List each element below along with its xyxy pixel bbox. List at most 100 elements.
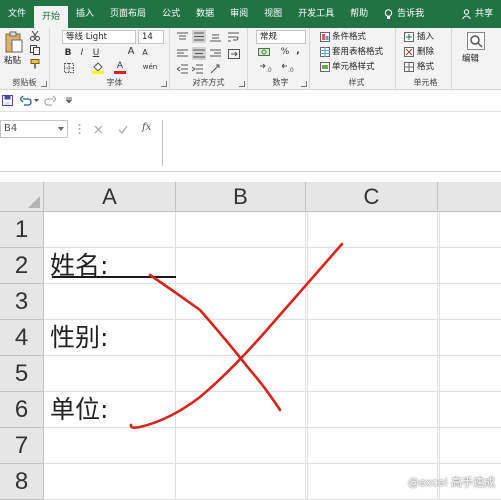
font-group: 等线 Light 14 B I U A A A wén 字体 [60,28,170,90]
alignment-launcher-icon[interactable] [239,81,245,87]
styles-label: 样式 [348,78,365,87]
orientation-icon[interactable] [210,64,221,74]
name-box-dropdown-icon[interactable] [58,127,64,131]
align-bottom-icon[interactable] [210,32,221,42]
increase-font-icon[interactable]: A [126,46,136,58]
align-center-icon[interactable] [192,47,206,60]
bold-button[interactable]: B [63,47,73,59]
quick-access-toolbar [0,90,501,112]
conditional-format-icon [320,32,330,42]
cancel-icon[interactable] [94,125,103,134]
lightbulb-icon [384,8,393,19]
styles-group: 条件格式 套用表格格式 单元格样式 样式 [318,28,396,90]
align-right-icon[interactable] [210,49,221,59]
underline-button[interactable]: U [91,47,101,59]
share-label: 共享 [474,9,493,19]
insert-cells-icon [404,32,414,42]
phonetic-icon[interactable]: wén [140,61,160,73]
font-color-button[interactable]: A [114,60,126,74]
red-cross-mark [129,242,344,429]
align-top-icon[interactable] [177,32,188,42]
more-options-icon [78,124,81,134]
find-search-icon[interactable] [467,32,485,50]
number-group: 常规 % , .0 .0 数字 [252,28,310,90]
font-name-select[interactable]: 等线 Light [62,30,136,44]
wrap-text-icon[interactable] [228,32,239,42]
decrease-font-icon[interactable]: A [140,47,150,59]
cross-stroke-1 [148,273,282,412]
enter-check-icon[interactable] [118,125,128,134]
clipboard-group: 粘贴 剪贴板 [0,28,50,90]
watermark-text: @excel 高手速成 [407,476,495,489]
cell-styles-button[interactable]: 单元格样式 [332,61,375,73]
editing-button-label[interactable]: 编辑 [462,53,479,65]
font-color-swatch [114,71,126,74]
tab-formulas[interactable]: 公式 [154,0,188,28]
undo-dropdown-icon[interactable] [34,99,39,103]
ribbon-tab-bar: 文件 开始 插入 页面布局 公式 数据 审阅 视图 开发工具 帮助 告诉我 共享 [0,0,501,28]
share-button[interactable]: 共享 [454,0,501,28]
insert-function-button[interactable]: fx [142,122,151,133]
align-middle-icon[interactable] [192,30,206,43]
number-format-select[interactable]: 常规 [256,30,306,44]
insert-cells-button[interactable]: 插入 [417,31,434,43]
font-size-select[interactable]: 14 [138,30,164,44]
fill-color-icon[interactable] [92,61,104,74]
format-cells-icon [404,62,414,72]
font-color-letter: A [116,61,124,71]
tab-review[interactable]: 审阅 [222,0,256,28]
copy-icon[interactable] [30,45,40,55]
format-cells-button[interactable]: 格式 [417,61,434,73]
tab-page-layout[interactable]: 页面布局 [102,0,154,28]
tab-file[interactable]: 文件 [0,0,34,28]
tab-help[interactable]: 帮助 [342,0,376,28]
tab-developer[interactable]: 开发工具 [290,0,342,28]
number-launcher-icon[interactable] [301,81,307,87]
comma-button[interactable]: , [294,45,302,57]
tab-view[interactable]: 视图 [256,0,290,28]
formula-input[interactable] [162,120,501,166]
person-icon [462,9,471,19]
tab-home[interactable]: 开始 [34,6,69,28]
worksheet-grid: A B C 1 2 3 4 5 6 7 8 姓名: 性别: 单位: @excel… [0,182,501,500]
formula-bar: B4 fx [0,112,501,172]
percent-button[interactable]: % [280,46,290,58]
decrease-decimal-icon[interactable]: .0 [282,63,296,73]
svg-text:.0: .0 [288,67,294,73]
decrease-indent-icon[interactable] [177,64,188,74]
format-as-table-icon [320,47,330,57]
save-icon[interactable] [2,95,13,106]
delete-cells-button[interactable]: 删除 [417,46,434,58]
increase-decimal-icon[interactable]: .0 [260,63,274,73]
cross-stroke-2 [129,242,344,429]
align-left-icon[interactable] [177,49,188,59]
tell-me-box[interactable]: 告诉我 [376,0,432,28]
cells-group: 插入 删除 格式 单元格 [400,28,452,90]
delete-cells-icon [404,47,414,57]
cut-icon[interactable] [30,31,40,41]
tell-me-label: 告诉我 [397,9,425,19]
italic-button[interactable]: I [77,47,87,59]
clipboard-launcher-icon[interactable] [41,81,47,87]
currency-icon[interactable] [258,47,270,57]
increase-indent-icon[interactable] [192,64,203,74]
alignment-group: 对齐方式 [170,28,248,90]
redo-icon[interactable] [44,95,56,106]
tab-insert[interactable]: 插入 [68,0,102,28]
conditional-format-button[interactable]: 条件格式 [332,31,366,43]
tab-data[interactable]: 数据 [188,0,222,28]
cell-styles-icon [320,62,330,72]
cells-label: 单元格 [413,78,438,87]
undo-icon[interactable] [20,95,32,106]
svg-text:.0: .0 [266,67,272,73]
merge-center-icon[interactable] [228,49,240,59]
paste-icon[interactable] [5,31,23,53]
alignment-label: 对齐方式 [192,78,225,87]
borders-icon[interactable] [64,63,74,73]
customize-qat-icon[interactable] [66,97,72,103]
editing-group: 编辑 [452,28,501,90]
font-label: 字体 [106,78,123,87]
format-as-table-button[interactable]: 套用表格格式 [332,46,383,58]
format-painter-icon[interactable] [30,59,40,69]
font-launcher-icon[interactable] [161,81,167,87]
